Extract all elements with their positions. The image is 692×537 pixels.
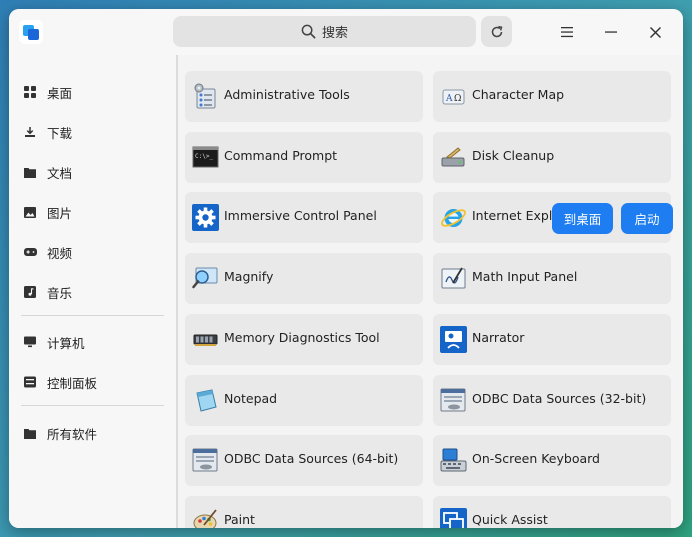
disk-cleanup-icon — [441, 147, 465, 167]
app-tile-immersive-control-panel[interactable]: Immersive Control Panel — [185, 192, 423, 243]
sidebar-item-label: 所有软件 — [47, 426, 98, 442]
close-icon — [649, 26, 661, 38]
title-bar: 搜索 — [9, 9, 683, 55]
app-label: Administrative Tools — [224, 87, 350, 102]
svg-text:A: A — [445, 94, 453, 104]
app-tile-on-screen-keyboard[interactable]: On-Screen Keyboard — [433, 435, 671, 486]
app-label: Memory Diagnostics Tool — [224, 330, 380, 345]
gamepad-icon — [23, 245, 37, 259]
control-panel-icon — [23, 375, 37, 389]
sidebar-item-label: 桌面 — [47, 85, 73, 101]
app-label: Disk Cleanup — [472, 148, 555, 163]
app-tile-character-map[interactable]: A Ω Character Map — [433, 71, 671, 122]
quick-assist-icon — [440, 508, 467, 528]
gear-icon — [192, 204, 219, 231]
app-label: Magnify — [224, 269, 274, 284]
refresh-icon — [491, 25, 502, 37]
minimize-button[interactable] — [599, 20, 623, 44]
sidebar-item-desktop[interactable]: 桌面 — [23, 80, 173, 104]
app-tile-disk-cleanup[interactable]: Disk Cleanup — [433, 132, 671, 183]
sidebar-item-videos[interactable]: 视频 — [23, 240, 173, 264]
search-label: 搜索 — [321, 26, 348, 41]
menu-button[interactable] — [555, 20, 579, 44]
app-label: Internet Expl — [472, 208, 553, 223]
app-tile-administrative-tools[interactable]: Administrative Tools — [185, 71, 423, 122]
sidebar-item-music[interactable]: 音乐 — [23, 280, 173, 304]
app-tile-notepad[interactable]: Notepad — [185, 375, 423, 426]
to-desktop-button[interactable]: 到桌面 — [552, 203, 613, 234]
monitor-icon — [23, 335, 37, 349]
magnifier-icon — [192, 267, 218, 289]
command-prompt-icon: C:\>_ — [192, 146, 219, 168]
internet-explorer-icon — [441, 209, 466, 227]
sidebar-item-label: 音乐 — [47, 285, 73, 301]
app-logo-icon — [19, 20, 43, 44]
sidebar-item-label: 图片 — [47, 205, 73, 221]
app-label: Command Prompt — [224, 148, 338, 163]
app-grid: Administrative Tools A Ω Character Map C… — [178, 55, 683, 528]
app-label: Immersive Control Panel — [224, 208, 377, 223]
odbc-icon — [440, 388, 466, 412]
sidebar-item-label: 控制面板 — [47, 375, 98, 391]
image-icon — [23, 205, 37, 219]
app-tile-magnify[interactable]: Magnify — [185, 253, 423, 304]
app-label: Narrator — [472, 330, 525, 345]
app-tile-math-input-panel[interactable]: Math Input Panel — [433, 253, 671, 304]
app-label: On-Screen Keyboard — [472, 451, 600, 466]
app-tile-odbc-32[interactable]: ODBC Data Sources (32-bit) — [433, 375, 671, 426]
app-tile-odbc-64[interactable]: ODBC Data Sources (64-bit) — [185, 435, 423, 486]
app-tile-command-prompt[interactable]: C:\>_ Command Prompt — [185, 132, 423, 183]
sidebar-item-control-panel[interactable]: 控制面板 — [23, 370, 173, 394]
download-icon — [23, 125, 37, 139]
app-label: Paint — [224, 512, 255, 527]
minimize-icon — [605, 31, 617, 33]
sidebar-divider — [21, 315, 164, 316]
app-window: 搜索 桌面 下载 文档 图片 视频 音乐 计算机 控制面板 所有软件 Admin… — [9, 9, 683, 528]
sidebar-item-label: 文档 — [47, 165, 73, 181]
app-label: Quick Assist — [472, 512, 548, 527]
app-tile-paint[interactable]: Paint — [185, 496, 423, 528]
close-button[interactable] — [643, 20, 667, 44]
app-label: Character Map — [472, 87, 565, 102]
music-icon — [23, 285, 37, 299]
app-label: ODBC Data Sources (64-bit) — [224, 451, 399, 466]
app-label: ODBC Data Sources (32-bit) — [472, 391, 647, 406]
svg-text:C:\>_: C:\>_ — [195, 153, 213, 160]
sidebar-item-label: 下载 — [47, 125, 73, 141]
search-icon — [301, 24, 316, 39]
grid-icon — [23, 85, 37, 99]
app-label: Notepad — [224, 391, 278, 406]
app-tile-memory-diagnostics-tool[interactable]: Memory Diagnostics Tool — [185, 314, 423, 365]
odbc-icon — [192, 448, 218, 472]
search-bar[interactable]: 搜索 — [173, 16, 476, 47]
refresh-button[interactable] — [481, 16, 512, 47]
app-label: Math Input Panel — [472, 269, 578, 284]
keyboard-icon — [440, 448, 467, 472]
app-tile-narrator[interactable]: Narrator — [433, 314, 671, 365]
character-map-icon: A Ω — [442, 89, 465, 105]
sidebar-item-downloads[interactable]: 下载 — [23, 120, 173, 144]
sidebar-divider — [21, 405, 164, 406]
sidebar-item-label: 视频 — [47, 245, 73, 261]
sidebar-item-computer[interactable]: 计算机 — [23, 330, 173, 354]
launch-button[interactable]: 启动 — [621, 203, 673, 234]
memory-chip-icon — [193, 334, 218, 346]
folder-icon — [23, 165, 37, 179]
svg-text:Ω: Ω — [454, 94, 461, 104]
sidebar-item-documents[interactable]: 文档 — [23, 160, 173, 184]
sidebar: 桌面 下载 文档 图片 视频 音乐 计算机 控制面板 所有软件 — [9, 55, 176, 528]
narrator-icon — [440, 326, 467, 353]
folder-icon — [23, 426, 37, 440]
paint-palette-icon — [193, 509, 217, 528]
hamburger-menu-icon — [561, 27, 573, 38]
admin-tools-icon — [194, 83, 216, 109]
sidebar-item-label: 计算机 — [47, 335, 85, 351]
app-tile-quick-assist[interactable]: Quick Assist — [433, 496, 671, 528]
sidebar-item-pictures[interactable]: 图片 — [23, 200, 173, 224]
math-input-icon — [441, 267, 466, 289]
notepad-icon — [196, 389, 217, 412]
sidebar-item-all-software[interactable]: 所有软件 — [23, 421, 173, 445]
